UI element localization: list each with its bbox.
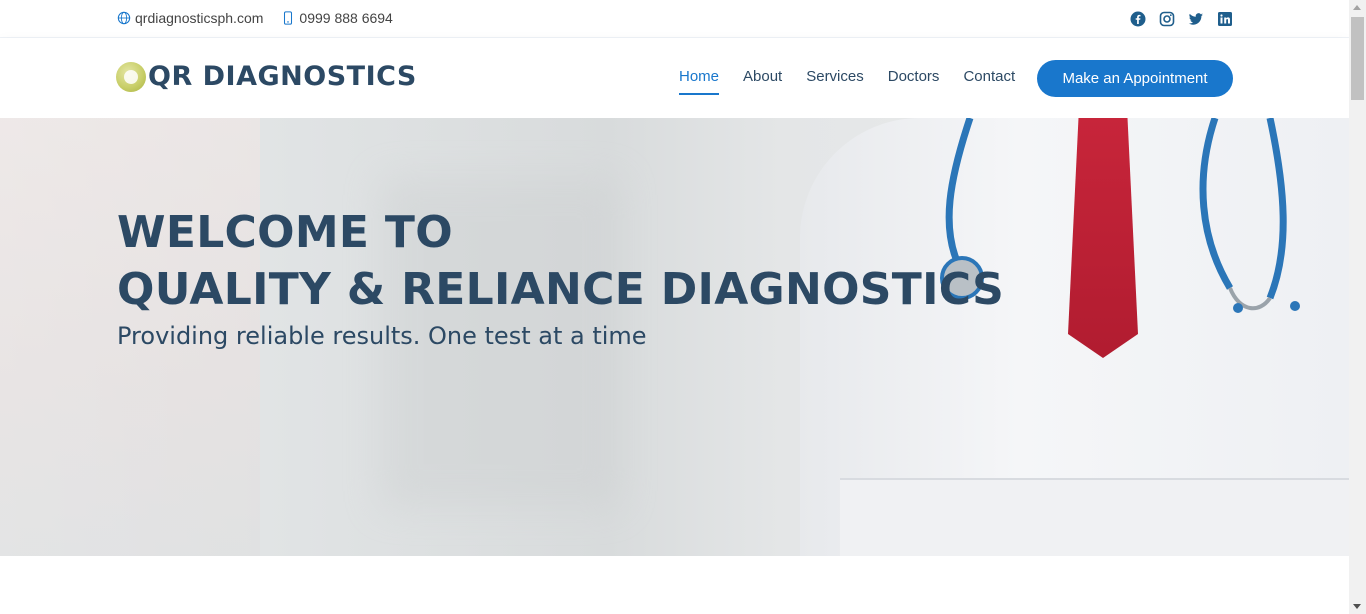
hero-title-line-1: WELCOME TO	[117, 207, 453, 258]
scroll-up-icon[interactable]	[1353, 5, 1361, 10]
globe-icon	[117, 11, 131, 25]
nav-contact[interactable]: Contact	[963, 68, 1015, 95]
linkedin-icon[interactable]	[1217, 11, 1233, 27]
phone-icon	[284, 11, 293, 25]
logo-mark-icon	[116, 61, 146, 92]
hero-tagline: Providing reliable results. One test at …	[117, 322, 647, 350]
logo[interactable]: QR DIAGNOSTICS	[116, 61, 417, 92]
logo-text: QR DIAGNOSTICS	[148, 61, 417, 92]
nav-services[interactable]: Services	[806, 68, 864, 95]
scroll-down-icon[interactable]	[1353, 604, 1361, 609]
email-text[interactable]: qrdiagnosticsph.com	[135, 10, 263, 26]
hero-section: WELCOME TO QUALITY & RELIANCE DIAGNOSTIC…	[0, 118, 1349, 556]
nav-about[interactable]: About	[743, 68, 782, 95]
main-nav: Home About Services Doctors Contact	[679, 68, 1039, 95]
instagram-icon[interactable]	[1159, 11, 1175, 27]
contact-info: qrdiagnosticsph.com 0999 888 6694	[117, 10, 411, 26]
social-links	[1117, 11, 1233, 27]
nav-doctors[interactable]: Doctors	[888, 68, 940, 95]
vertical-scrollbar[interactable]	[1349, 0, 1366, 614]
phone-text[interactable]: 0999 888 6694	[299, 10, 392, 26]
facebook-icon[interactable]	[1130, 11, 1146, 27]
twitter-icon[interactable]	[1188, 11, 1204, 27]
scrollbar-thumb[interactable]	[1351, 17, 1364, 100]
site-header: QR DIAGNOSTICS Home About Services Docto…	[0, 38, 1349, 118]
phone-item[interactable]: 0999 888 6694	[281, 10, 393, 26]
email-item[interactable]: qrdiagnosticsph.com	[117, 10, 263, 26]
nav-home[interactable]: Home	[679, 68, 720, 95]
crossed-arms-image	[840, 478, 1349, 556]
hero-title-line-2: QUALITY & RELIANCE DIAGNOSTICS	[117, 264, 1005, 315]
top-bar: qrdiagnosticsph.com 0999 888 6694	[0, 0, 1349, 38]
hero-title: WELCOME TO QUALITY & RELIANCE DIAGNOSTIC…	[117, 204, 1004, 318]
make-appointment-button[interactable]: Make an Appointment	[1037, 60, 1233, 97]
